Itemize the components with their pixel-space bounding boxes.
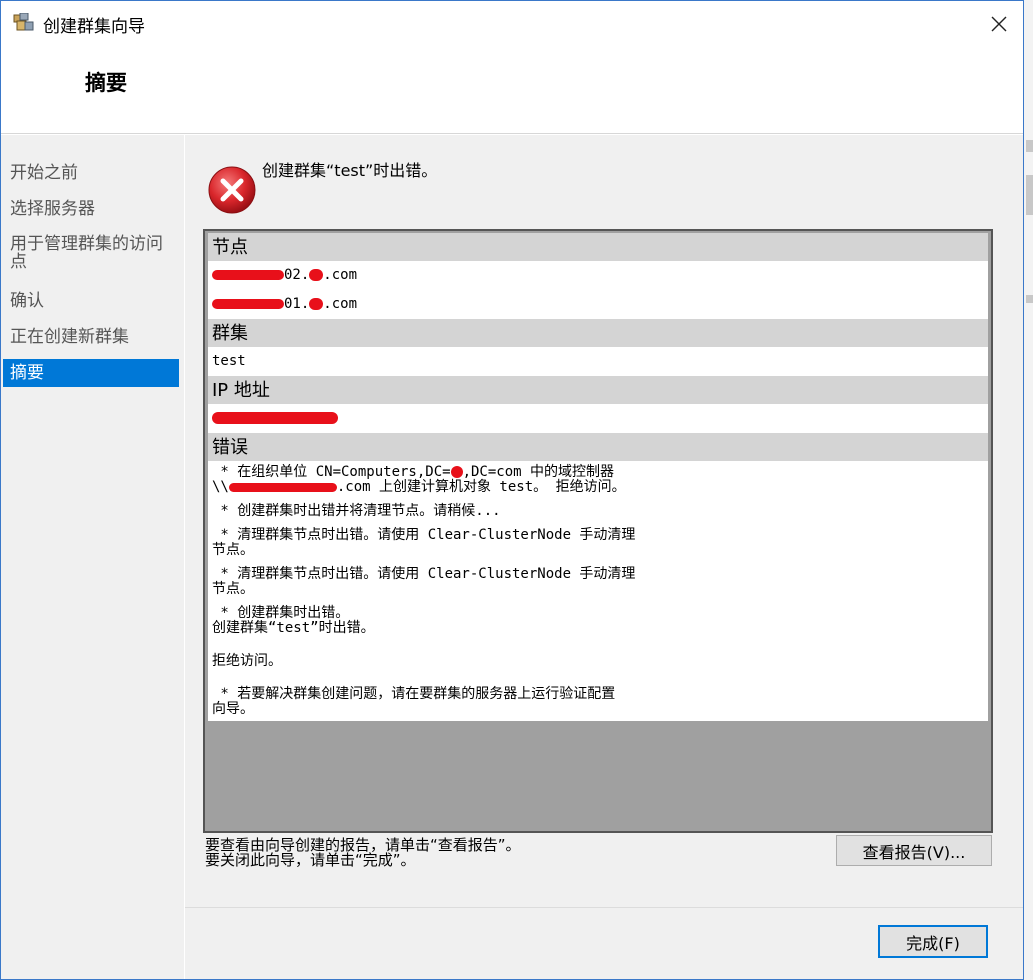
node-fragment: .com (323, 296, 358, 312)
redaction-mark (228, 482, 337, 492)
section-header-nodes: 节点 (208, 233, 988, 261)
error-heading: 创建群集“test”时出错。 (262, 161, 438, 180)
title-bar: 创建群集向导 (1, 1, 1023, 45)
report-panel[interactable]: 节点 02. .com 01. .com 群集 test IP 地址 错误 * … (203, 229, 993, 833)
close-icon (991, 16, 1007, 32)
cluster-body: test (208, 347, 988, 376)
error-icon (208, 166, 256, 214)
main-panel: 创建群集“test”时出错。 节点 02. .com 01. .com 群集 tes… (185, 135, 1023, 907)
nav-step-summary[interactable]: 摘要 (3, 359, 179, 387)
node-fragment: .com (323, 267, 358, 283)
cluster-name: test (212, 353, 246, 369)
background-window-edge (1024, 0, 1033, 980)
node-fragment: 02. (284, 267, 310, 283)
error-line: * 在组织单位 CN=Computers,DC= ,DC=com 中的域控制器 (212, 465, 988, 480)
error-text: * 在组织单位 CN=Computers,DC= (212, 464, 451, 480)
node-row: 02. .com (212, 261, 988, 290)
error-text: .com 上创建计算机对象 test。 拒绝访问。 (336, 479, 626, 495)
wizard-window: 创建群集向导 摘要 开始之前 选择服务器 用于管理群集的访问 点 确认 正在创建… (0, 0, 1024, 980)
window-title: 创建群集向导 (43, 17, 145, 37)
node-row: 01. .com (212, 290, 988, 319)
ip-body (208, 404, 988, 433)
nav-step-creating-cluster[interactable]: 正在创建新群集 (3, 327, 179, 347)
ip-row (212, 404, 988, 433)
edge-mark (1026, 175, 1033, 215)
error-text: ,DC=com 中的域控制器 (462, 464, 615, 480)
section-header-cluster: 群集 (208, 319, 988, 347)
report-content: 节点 02. .com 01. .com 群集 test IP 地址 错误 * … (208, 233, 988, 721)
edge-mark (1026, 140, 1033, 152)
button-bar: 完成(F) (185, 907, 1023, 979)
error-line: * 创建群集时出错并将清理节点。请稍候... (212, 503, 501, 519)
close-wizard-hint: 要关闭此向导，请单击“完成”。 (205, 851, 416, 869)
nodes-body: 02. .com 01. .com (208, 261, 988, 319)
error-line: * 创建群集时出错。 创建群集“test”时出错。 (212, 605, 375, 636)
redaction-mark (309, 298, 324, 310)
error-line: 拒绝访问。 (212, 653, 282, 669)
wizard-steps-nav: 开始之前 选择服务器 用于管理群集的访问 点 确认 正在创建新群集 摘要 (1, 135, 184, 979)
nav-step-select-servers[interactable]: 选择服务器 (3, 199, 179, 219)
error-line: * 若要解决群集创建问题，请在要群集的服务器上运行验证配置 向导。 (212, 686, 616, 717)
edge-mark (1026, 295, 1033, 303)
section-header-errors: 错误 (208, 433, 988, 461)
error-text: \\ (212, 479, 229, 495)
redaction-mark (212, 412, 338, 424)
page-title: 摘要 (85, 71, 127, 95)
finish-button[interactable]: 完成(F) (878, 925, 988, 958)
close-button[interactable] (981, 7, 1017, 41)
node-fragment: 01. (284, 296, 310, 312)
errors-body: * 在组织单位 CN=Computers,DC= ,DC=com 中的域控制器 \… (208, 461, 988, 721)
redaction-mark (212, 270, 284, 280)
error-line: * 清理群集节点时出错。请使用 Clear-ClusterNode 手动清理 节… (212, 527, 636, 558)
view-report-button[interactable]: 查看报告(V)... (836, 835, 992, 866)
nav-step-access-point[interactable]: 用于管理群集的访问 点 (3, 235, 179, 271)
footer-instructions: 要查看由向导创建的报告，请单击“查看报告”。 要关闭此向导，请单击“完成”。 (205, 838, 521, 868)
wizard-header: 摘要 (1, 45, 1023, 133)
nav-step-confirmation[interactable]: 确认 (3, 291, 179, 311)
redaction-mark (450, 466, 463, 478)
error-line: * 清理群集节点时出错。请使用 Clear-ClusterNode 手动清理 节… (212, 566, 636, 597)
nav-step-before-you-begin[interactable]: 开始之前 (3, 163, 179, 183)
redaction-mark (309, 269, 324, 281)
error-line: \\ .com 上创建计算机对象 test。 拒绝访问。 (212, 480, 988, 495)
section-header-ip: IP 地址 (208, 376, 988, 404)
redaction-mark (212, 299, 284, 309)
cluster-wizard-icon (13, 13, 34, 31)
header-divider (1, 133, 1023, 134)
